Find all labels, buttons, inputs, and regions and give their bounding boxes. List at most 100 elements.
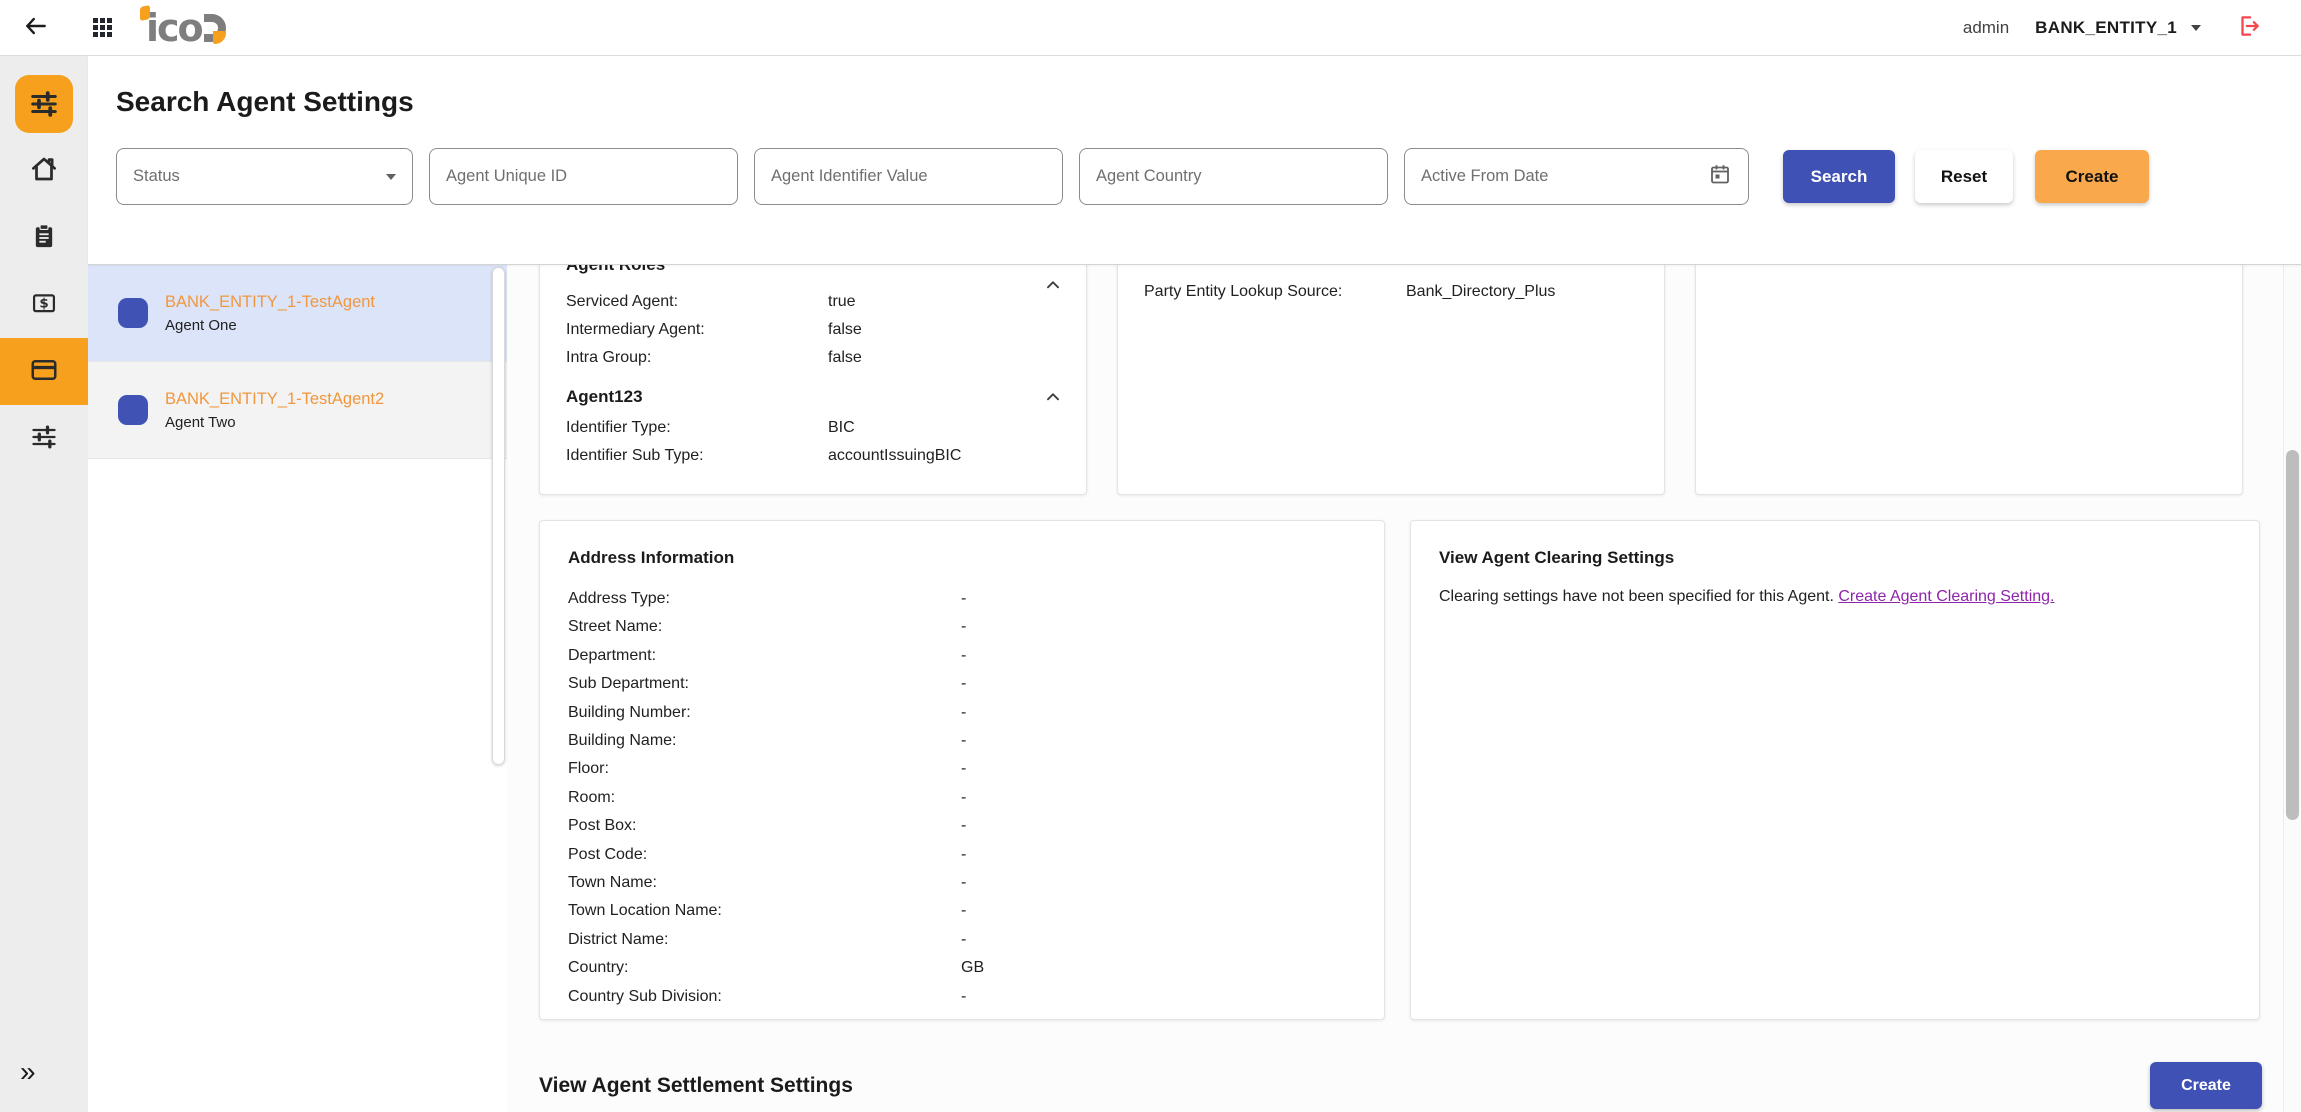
- agent-identifier-value-input[interactable]: [771, 167, 1046, 186]
- chevron-down-icon: [386, 174, 396, 180]
- clearing-settings-card: View Agent Clearing Settings Clearing se…: [1410, 520, 2260, 1020]
- create-button[interactable]: Create: [2035, 150, 2149, 203]
- detail-label: Floor:: [568, 755, 961, 783]
- user-role-label: admin: [1963, 18, 2009, 38]
- agent-country-input[interactable]: [1096, 167, 1371, 186]
- agent123-rows: Identifier Type: BIC Identifier Sub Type…: [566, 414, 1060, 470]
- party-entity-lookup-card: Party Entity Lookup Source: Bank_Directo…: [1117, 265, 1665, 495]
- chevron-up-icon: [1042, 284, 1064, 299]
- detail-value: BIC: [828, 414, 1060, 442]
- main-scrollbar[interactable]: [2283, 265, 2301, 1112]
- detail-label: Sub Department:: [568, 670, 961, 698]
- detail-label: Town Name:: [568, 869, 961, 897]
- topbar: ico admin BANK_ENTITY_1: [0, 0, 2301, 56]
- agent-list-scrollbar[interactable]: [492, 267, 506, 1110]
- entity-name: BANK_ENTITY_1: [2035, 18, 2177, 38]
- status-filter-placeholder: Status: [133, 167, 386, 186]
- clearing-settings-heading: View Agent Clearing Settings: [1439, 547, 2231, 569]
- clipboard-icon: [30, 222, 58, 253]
- create-clearing-setting-link[interactable]: Create Agent Clearing Setting.: [1838, 588, 2054, 605]
- detail-label: Post Code:: [568, 841, 961, 869]
- detail-row: Serviced Agent: true: [566, 288, 1060, 316]
- agent-list-item[interactable]: BANK_ENTITY_1-TestAgent2 Agent Two: [88, 362, 507, 459]
- detail-row: Identifier Type: BIC: [566, 414, 1060, 442]
- settlement-settings-row: View Agent Settlement Settings Create: [539, 1062, 2262, 1109]
- entity-selector[interactable]: BANK_ENTITY_1: [2035, 18, 2201, 38]
- sidebar-item-accounts[interactable]: [0, 338, 88, 405]
- filter-row: Status: [116, 148, 2273, 205]
- detail-value: -: [961, 755, 1356, 783]
- detail-row: Party Entity Lookup Source: Bank_Directo…: [1144, 278, 1638, 306]
- detail-row: Sub Department: -: [568, 670, 1356, 698]
- detail-value: -: [961, 699, 1356, 727]
- sidebar-item-home[interactable]: [0, 137, 88, 204]
- page-title: Search Agent Settings: [116, 86, 2273, 118]
- logo-n-glyph: [204, 14, 226, 42]
- status-filter[interactable]: Status: [116, 148, 413, 205]
- app-body: $ » Search Agent Settings: [0, 56, 2301, 1112]
- search-button[interactable]: Search: [1783, 150, 1895, 203]
- detail-value: accountIssuingBIC: [828, 442, 1060, 470]
- apps-grid-button[interactable]: [80, 6, 124, 50]
- agent-list-panel: BANK_ENTITY_1-TestAgent Agent One BANK_E…: [88, 265, 507, 1112]
- detail-row: Address Type: -: [568, 585, 1356, 613]
- calendar-icon[interactable]: [1708, 162, 1732, 191]
- collapse-section-button[interactable]: [1042, 386, 1064, 411]
- create-settlement-button[interactable]: Create: [2150, 1062, 2262, 1109]
- agent-details: Agent Roles Serviced Agent: true: [507, 265, 2301, 1112]
- detail-row: Intra Group: false: [566, 344, 1060, 372]
- home-icon: [29, 154, 59, 187]
- detail-value: true: [828, 288, 1060, 316]
- detail-label: Address Type:: [568, 585, 961, 613]
- agent-list-item[interactable]: BANK_ENTITY_1-TestAgent Agent One: [88, 265, 507, 362]
- sidebar-item-payments[interactable]: $: [0, 271, 88, 338]
- collapse-section-button[interactable]: [1042, 274, 1064, 299]
- back-button[interactable]: [14, 6, 58, 50]
- app-root: ico admin BANK_ENTITY_1: [0, 0, 2301, 1112]
- detail-row: District Name: -: [568, 926, 1356, 954]
- detail-label: Country:: [568, 954, 961, 982]
- topbar-right: admin BANK_ENTITY_1: [1963, 6, 2271, 50]
- detail-row: Room: -: [568, 784, 1356, 812]
- detail-label: Building Number:: [568, 699, 961, 727]
- detail-label: Town Location Name:: [568, 897, 961, 925]
- detail-label: Identifier Sub Type:: [566, 442, 828, 470]
- agent-roles-card: Agent Roles Serviced Agent: true: [539, 265, 1087, 495]
- active-from-date-input[interactable]: [1421, 167, 1708, 186]
- detail-label: District Name:: [568, 926, 961, 954]
- search-agent-settings-panel: Search Agent Settings Status: [88, 56, 2301, 265]
- reset-button[interactable]: Reset: [1915, 150, 2013, 203]
- agent-identifier-value-field: [754, 148, 1063, 205]
- detail-row: Identifier Sub Type: accountIssuingBIC: [566, 442, 1060, 470]
- detail-label: Intra Group:: [566, 344, 828, 372]
- detail-value: -: [961, 670, 1356, 698]
- icon-logo: ico: [146, 7, 226, 49]
- detail-row: Building Name: -: [568, 727, 1356, 755]
- detail-label: Serviced Agent:: [566, 288, 828, 316]
- scrollbar-thumb[interactable]: [2286, 450, 2299, 820]
- detail-value: -: [961, 642, 1356, 670]
- address-rows: Address Type: - Street Name: -: [568, 585, 1356, 1011]
- detail-value: -: [961, 585, 1356, 613]
- agent-subtitle: Agent One: [165, 317, 375, 334]
- agent-unique-id-input[interactable]: [446, 167, 721, 186]
- detail-value: -: [961, 613, 1356, 641]
- empty-detail-card: [1695, 265, 2243, 495]
- sidebar-item-agent-settings[interactable]: [0, 70, 88, 137]
- logout-button[interactable]: [2227, 6, 2271, 50]
- detail-label: Country Sub Division:: [568, 983, 961, 1011]
- scrollbar-thumb[interactable]: [492, 267, 505, 765]
- clearing-settings-message: Clearing settings have not been specifie…: [1439, 585, 2231, 609]
- detail-value: -: [961, 983, 1356, 1011]
- credit-card-icon: [29, 355, 59, 388]
- detail-row: Street Name: -: [568, 613, 1356, 641]
- detail-row: Intermediary Agent: false: [566, 316, 1060, 344]
- sidebar-item-settings[interactable]: [0, 405, 88, 472]
- agent-unique-id-field: [429, 148, 738, 205]
- detail-row: Country Sub Division: -: [568, 983, 1356, 1011]
- detail-row: Floor: -: [568, 755, 1356, 783]
- detail-value: -: [961, 869, 1356, 897]
- detail-value: false: [828, 344, 1060, 372]
- sidebar-item-tasks[interactable]: [0, 204, 88, 271]
- sidebar-expand-button[interactable]: »: [20, 1058, 36, 1086]
